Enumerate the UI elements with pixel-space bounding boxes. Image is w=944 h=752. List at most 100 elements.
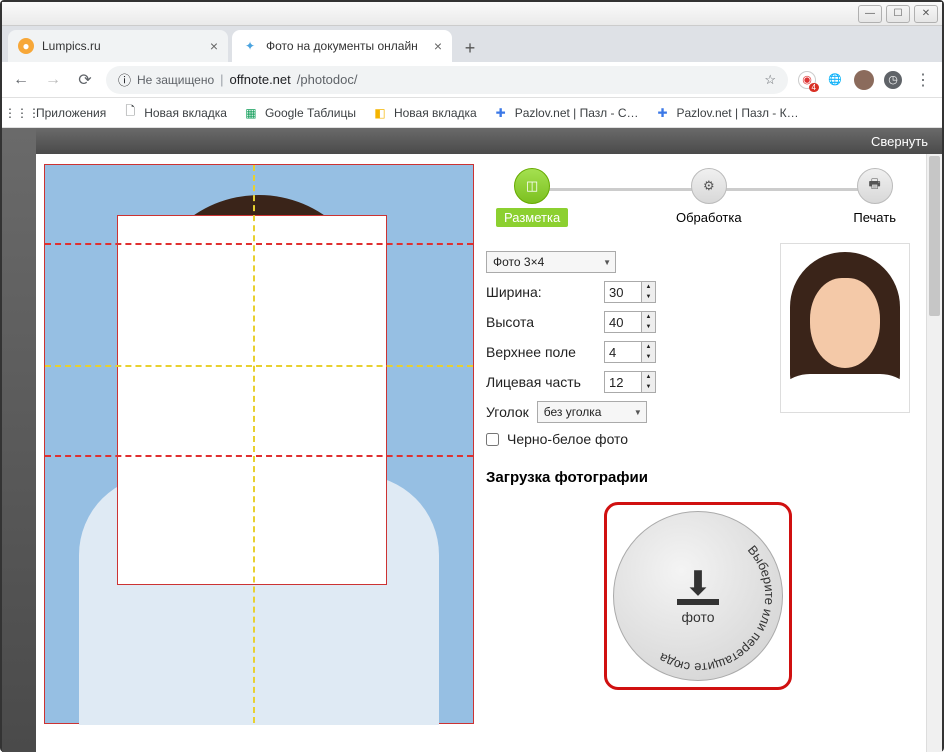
step-processing[interactable]: ⚙ Обработка: [672, 168, 746, 227]
bookmark-label: Новая вкладка: [394, 106, 477, 120]
face-part-label: Лицевая часть: [486, 374, 596, 390]
preview-shirt: [780, 374, 910, 413]
bookmark-label: Pazlov.net | Пазл - К…: [676, 106, 798, 120]
address-bar[interactable]: ⓘ Не защищено | offnote.net/photodoc/ ☆: [106, 66, 788, 94]
tab-close-icon[interactable]: ×: [210, 38, 218, 54]
crop-icon: ◫: [514, 168, 550, 204]
step-label: Печать: [849, 208, 900, 227]
address-path: /photodoc/: [297, 72, 358, 87]
forward-button[interactable]: →: [42, 69, 64, 91]
step-markup[interactable]: ◫ Разметка: [496, 168, 568, 227]
guide-chin[interactable]: [45, 455, 473, 457]
browser-tab-active[interactable]: ✦ Фото на документы онлайн ×: [232, 30, 452, 62]
guide-vertical-center[interactable]: [253, 165, 255, 723]
printer-icon: 🖶: [857, 168, 893, 204]
spin-up-icon[interactable]: ▲: [641, 312, 655, 322]
corner-label: Уголок: [486, 404, 529, 420]
collapse-bar[interactable]: Свернуть: [36, 128, 942, 154]
upload-section-title: Загрузка фотографии: [486, 469, 910, 486]
svg-text:Выберите или перетащите сюда: Выберите или перетащите сюда: [656, 542, 778, 675]
face-part-input[interactable]: 12▲▼: [604, 371, 656, 393]
bookmark-label: Приложения: [36, 106, 106, 120]
sliders-icon: ⚙: [691, 168, 727, 204]
bw-checkbox[interactable]: [486, 433, 499, 446]
new-tab-button[interactable]: +: [456, 34, 484, 62]
bookmark-label: Pazlov.net | Пазл - С…: [515, 106, 639, 120]
extension-compass-icon[interactable]: ◷: [884, 71, 902, 89]
step-print[interactable]: 🖶 Печать: [849, 168, 900, 227]
window-titlebar: — ☐ ✕: [2, 2, 942, 26]
spin-down-icon[interactable]: ▼: [641, 382, 655, 392]
photo-editor: Фото на документы: [36, 154, 476, 752]
security-icon: ⓘ: [118, 70, 131, 89]
corner-select[interactable]: без уголка: [537, 401, 647, 423]
apps-icon: ⋮⋮⋮: [14, 105, 30, 121]
extension-icons: ◉4 🌐 ◷ ⋮: [798, 69, 934, 91]
bookmark-item[interactable]: 🗋 Новая вкладка: [122, 105, 227, 121]
window-minimize-button[interactable]: —: [858, 5, 882, 23]
main-area: Свернуть Фото на документы: [36, 128, 942, 752]
tab-title: Фото на документы онлайн: [266, 39, 418, 53]
tab-title: Lumpics.ru: [42, 39, 101, 53]
spin-up-icon[interactable]: ▲: [641, 342, 655, 352]
window-close-button[interactable]: ✕: [914, 5, 938, 23]
upload-arc-text: Выберите или перетащите сюда: [614, 512, 782, 680]
tab-close-icon[interactable]: ×: [434, 38, 442, 54]
top-margin-input[interactable]: 4▲▼: [604, 341, 656, 363]
photo-canvas[interactable]: [44, 164, 474, 724]
extension-globe-icon[interactable]: 🌐: [826, 71, 844, 89]
settings-panel: ◫ Разметка ⚙ Обработка 🖶 Печать Фото 3×4: [476, 154, 926, 752]
photo-preview: [780, 243, 910, 413]
step-label: Обработка: [672, 208, 746, 227]
height-input[interactable]: 40▲▼: [604, 311, 656, 333]
back-button[interactable]: ←: [10, 69, 32, 91]
browser-toolbar: ← → ⟳ ⓘ Не защищено | offnote.net/photod…: [2, 62, 942, 98]
address-separator: |: [220, 72, 223, 87]
security-status-text: Не защищено: [137, 73, 214, 87]
bookmark-apps[interactable]: ⋮⋮⋮ Приложения: [14, 105, 106, 121]
vertical-scrollbar[interactable]: [926, 154, 942, 752]
bookmark-item[interactable]: ◧ Новая вкладка: [372, 105, 477, 121]
spin-up-icon[interactable]: ▲: [641, 282, 655, 292]
upload-dropzone[interactable]: Выберите или перетащите сюда ⬇ фото: [613, 511, 783, 681]
preview-face: [810, 278, 880, 368]
page-content: Свернуть Фото на документы: [2, 128, 942, 752]
browser-tabstrip: ● Lumpics.ru × ✦ Фото на документы онлай…: [2, 26, 942, 62]
step-label: Разметка: [496, 208, 568, 227]
workspace: Фото на документы: [36, 154, 942, 752]
bookmark-label: Google Таблицы: [265, 106, 356, 120]
width-label: Ширина:: [486, 284, 596, 300]
collapse-label: Свернуть: [871, 134, 928, 149]
bw-label: Черно-белое фото: [507, 431, 628, 447]
guide-eyes[interactable]: [45, 365, 473, 367]
bookmark-star-icon[interactable]: ☆: [764, 72, 776, 88]
spin-down-icon[interactable]: ▼: [641, 292, 655, 302]
tab-favicon-icon: ✦: [242, 38, 258, 54]
height-label: Высота: [486, 314, 596, 330]
bookmark-item[interactable]: ✚Pazlov.net | Пазл - К…: [654, 105, 798, 121]
page-icon: ◧: [372, 105, 388, 121]
reload-button[interactable]: ⟳: [74, 69, 96, 91]
browser-tab[interactable]: ● Lumpics.ru ×: [8, 30, 228, 62]
spin-up-icon[interactable]: ▲: [641, 372, 655, 382]
extension-abp-icon[interactable]: ◉4: [798, 71, 816, 89]
bookmark-label: Новая вкладка: [144, 106, 227, 120]
spin-down-icon[interactable]: ▼: [641, 352, 655, 362]
address-host: offnote.net: [230, 72, 291, 87]
preset-select[interactable]: Фото 3×4: [486, 251, 616, 273]
spin-down-icon[interactable]: ▼: [641, 322, 655, 332]
guide-top[interactable]: [45, 243, 473, 245]
bookmark-item[interactable]: ▦Google Таблицы: [243, 105, 356, 121]
crop-frame[interactable]: [117, 215, 387, 585]
profile-avatar[interactable]: [854, 70, 874, 90]
window-maximize-button[interactable]: ☐: [886, 5, 910, 23]
scrollbar-thumb[interactable]: [929, 156, 940, 316]
settings-form: Фото 3×4 Ширина: 30▲▼ Высота 40▲▼ Верхнее …: [486, 243, 768, 455]
bookmark-item[interactable]: ✚Pazlov.net | Пазл - С…: [493, 105, 639, 121]
left-gutter: [2, 128, 36, 752]
wizard-steps: ◫ Разметка ⚙ Обработка 🖶 Печать: [486, 164, 910, 233]
width-input[interactable]: 30▲▼: [604, 281, 656, 303]
page-icon: 🗋: [122, 105, 138, 121]
top-margin-label: Верхнее поле: [486, 344, 596, 360]
browser-menu-button[interactable]: ⋮: [912, 69, 934, 91]
